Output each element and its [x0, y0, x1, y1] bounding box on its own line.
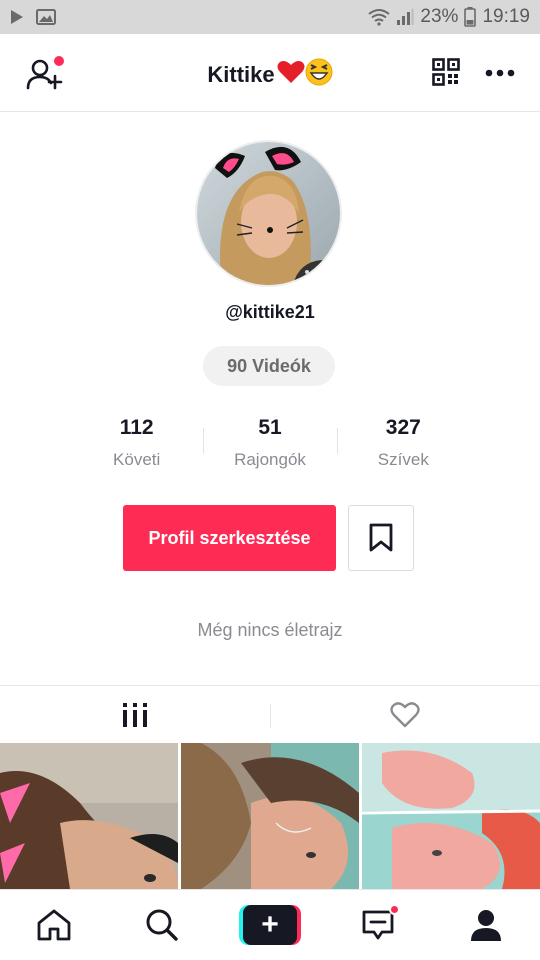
stat-label: Szívek: [377, 450, 429, 469]
bio-placeholder[interactable]: Még nincs életrajz: [0, 620, 540, 641]
nav-inbox[interactable]: [324, 890, 432, 960]
search-icon: [146, 909, 178, 941]
stat-followers[interactable]: 51 Rajongók: [203, 410, 336, 474]
videos-count-badge[interactable]: 90 Videók: [203, 346, 335, 386]
qr-code-icon: [432, 58, 460, 86]
username: @kittike21: [225, 302, 315, 322]
favorites-button[interactable]: [348, 505, 414, 571]
profile-stats: 112 Követi 51 Rajongók 327 Szívek: [70, 410, 470, 474]
battery-percent: 23%: [420, 6, 459, 27]
stat-value: 327: [385, 416, 421, 439]
create-video-button[interactable]: +: [239, 905, 301, 945]
grid-icon: [123, 702, 147, 727]
stat-following[interactable]: 112 Követi: [70, 410, 203, 474]
edit-profile-button[interactable]: Profil szerkesztése: [123, 505, 336, 571]
status-bar: 23% 19:19: [0, 0, 540, 34]
profile-photo: [195, 140, 342, 287]
stat-label: Követi: [113, 450, 161, 469]
video-thumbnail[interactable]: [362, 743, 540, 889]
plus-icon: +: [243, 905, 297, 945]
stat-label: Rajongók: [234, 450, 306, 469]
clock: 19:19: [482, 6, 530, 27]
nav-discover[interactable]: [108, 890, 216, 960]
stat-value: 112: [119, 416, 154, 439]
nav-profile[interactable]: [432, 890, 540, 960]
inbox-notification-dot: [389, 903, 400, 915]
tab-videos[interactable]: [0, 686, 270, 743]
stat-likes[interactable]: 327 Szívek: [336, 410, 470, 474]
profile-name: Kittike: [207, 62, 275, 87]
more-icon: [485, 69, 515, 77]
stat-value: 51: [258, 416, 282, 439]
play-icon: [10, 9, 24, 25]
tab-liked[interactable]: [270, 686, 540, 743]
bottom-navigation: +: [0, 889, 540, 960]
video-thumbnail[interactable]: [0, 743, 178, 889]
nav-home[interactable]: [0, 890, 108, 960]
qr-code-button[interactable]: [432, 58, 460, 91]
image-icon: [36, 9, 56, 25]
profile-icon: [471, 910, 501, 941]
laughing-emoji: [305, 58, 333, 92]
avatar[interactable]: [195, 140, 342, 287]
nav-create[interactable]: +: [216, 890, 324, 960]
bookmark-icon: [369, 523, 393, 552]
video-grid: [0, 743, 540, 889]
heart-emoji: [277, 60, 305, 90]
more-options-button[interactable]: [485, 64, 515, 82]
signal-icon: [396, 8, 414, 26]
home-icon: [37, 909, 71, 941]
battery-icon: [464, 7, 477, 27]
profile-header: Kittike: [0, 34, 540, 112]
content-tabs: [0, 685, 540, 743]
video-thumbnail[interactable]: [181, 743, 359, 889]
wifi-icon: [368, 8, 391, 26]
heart-icon: [390, 701, 420, 727]
